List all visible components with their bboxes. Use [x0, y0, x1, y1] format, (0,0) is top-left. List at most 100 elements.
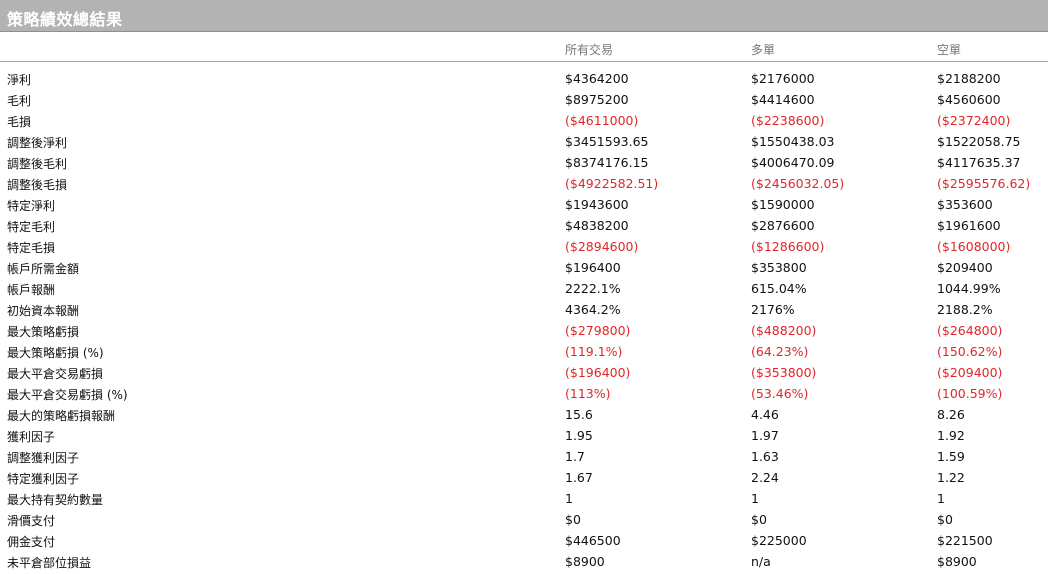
cell-long: ($2456032.05) — [751, 176, 845, 191]
table-row: 特定毛利 $4838200 $2876600 $1961600 — [0, 215, 1048, 236]
table-row: 淨利 $4364200 $2176000 $2188200 — [0, 68, 1048, 89]
results-table: 淨利 $4364200 $2176000 $2188200 毛利 $8975200 $441… — [0, 68, 1048, 572]
cell-short: 1044.99% — [937, 281, 1001, 296]
cell-long: (64.23%) — [751, 344, 809, 359]
cell-all-trades: 1.7 — [565, 449, 585, 464]
row-label: 調整後淨利 — [7, 136, 68, 150]
table-row: 初始資本報酬 4364.2% 2176% 2188.2% — [0, 299, 1048, 320]
cell-short: 1 — [937, 491, 945, 506]
row-label: 調整後毛利 — [7, 157, 68, 171]
cell-all-trades: $8900 — [565, 554, 605, 569]
cell-long: $1550438.03 — [751, 134, 835, 149]
table-row: 毛利 $8975200 $4414600 $4560600 — [0, 89, 1048, 110]
row-label: 最大平倉交易虧損 — [7, 367, 104, 381]
cell-all-trades: ($2894600) — [565, 239, 639, 254]
cell-all-trades: $4838200 — [565, 218, 629, 233]
cell-short: 2188.2% — [937, 302, 993, 317]
cell-long: 2176% — [751, 302, 795, 317]
row-label: 毛利 — [7, 94, 32, 108]
cell-all-trades: 1.67 — [565, 470, 593, 485]
cell-all-trades: ($4611000) — [565, 113, 639, 128]
cell-long: $353800 — [751, 260, 807, 275]
cell-short: $0 — [937, 512, 953, 527]
table-row: 最大策略虧損 ($279800) ($488200) ($264800) — [0, 320, 1048, 341]
row-label: 調整後毛損 — [7, 178, 68, 192]
table-row: 最大的策略虧損報酬 15.6 4.46 8.26 — [0, 404, 1048, 425]
title-bar: 策略績效總結果 — [0, 0, 1048, 32]
cell-all-trades: 1.95 — [565, 428, 593, 443]
row-label: 特定淨利 — [7, 199, 56, 213]
table-row: 獲利因子 1.95 1.97 1.92 — [0, 425, 1048, 446]
cell-short: $353600 — [937, 197, 993, 212]
cell-long: 4.46 — [751, 407, 779, 422]
cell-long: $2876600 — [751, 218, 815, 233]
cell-short: ($209400) — [937, 365, 1003, 380]
cell-short: ($264800) — [937, 323, 1003, 338]
cell-long: ($488200) — [751, 323, 817, 338]
cell-long: 615.04% — [751, 281, 807, 296]
column-header-row: 所有交易 多單 空單 — [0, 33, 1048, 62]
cell-short: ($1608000) — [937, 239, 1011, 254]
cell-short: $209400 — [937, 260, 993, 275]
table-row: 帳戶報酬 2222.1% 615.04% 1044.99% — [0, 278, 1048, 299]
cell-long: $225000 — [751, 533, 807, 548]
table-row: 特定淨利 $1943600 $1590000 $353600 — [0, 194, 1048, 215]
row-label: 初始資本報酬 — [7, 304, 80, 318]
cell-long: $1590000 — [751, 197, 815, 212]
table-row: 帳戶所需金額 $196400 $353800 $209400 — [0, 257, 1048, 278]
row-label: 最大的策略虧損報酬 — [7, 409, 116, 423]
cell-short: ($2372400) — [937, 113, 1011, 128]
cell-long: 1 — [751, 491, 759, 506]
cell-all-trades: $3451593.65 — [565, 134, 649, 149]
row-label: 毛損 — [7, 115, 32, 129]
cell-short: ($2595576.62) — [937, 176, 1031, 191]
cell-short: $1522058.75 — [937, 134, 1021, 149]
cell-long: ($353800) — [751, 365, 817, 380]
cell-all-trades: ($279800) — [565, 323, 631, 338]
cell-all-trades: 15.6 — [565, 407, 593, 422]
table-row: 最大持有契約數量 1 1 1 — [0, 488, 1048, 509]
cell-short: (150.62%) — [937, 344, 1003, 359]
cell-long: (53.46%) — [751, 386, 809, 401]
cell-short: $221500 — [937, 533, 993, 548]
cell-long: 1.63 — [751, 449, 779, 464]
row-label: 淨利 — [7, 73, 32, 87]
row-label: 最大持有契約數量 — [7, 493, 104, 507]
row-label: 獲利因子 — [7, 430, 56, 444]
cell-short: 1.92 — [937, 428, 965, 443]
row-label: 滑價支付 — [7, 514, 56, 528]
row-label: 最大平倉交易虧損 (%) — [7, 388, 128, 402]
cell-all-trades: $0 — [565, 512, 581, 527]
cell-all-trades: $4364200 — [565, 71, 629, 86]
cell-all-trades: (119.1%) — [565, 344, 623, 359]
table-row: 特定獲利因子 1.67 2.24 1.22 — [0, 467, 1048, 488]
cell-long: 1.97 — [751, 428, 779, 443]
row-label: 佣金支付 — [7, 535, 56, 549]
table-row: 未平倉部位損益 $8900 n/a $8900 — [0, 551, 1048, 572]
cell-all-trades: $446500 — [565, 533, 621, 548]
cell-short: $1961600 — [937, 218, 1001, 233]
table-row: 調整後毛利 $8374176.15 $4006470.09 $4117635.37 — [0, 152, 1048, 173]
table-row: 最大平倉交易虧損 (%) (113%) (53.46%) (100.59%) — [0, 383, 1048, 404]
table-row: 滑價支付 $0 $0 $0 — [0, 509, 1048, 530]
cell-short: $4117635.37 — [937, 155, 1021, 170]
row-label: 特定毛損 — [7, 241, 56, 255]
table-row: 佣金支付 $446500 $225000 $221500 — [0, 530, 1048, 551]
cell-all-trades: $196400 — [565, 260, 621, 275]
page-title: 策略績效總結果 — [7, 10, 123, 29]
cell-all-trades: 1 — [565, 491, 573, 506]
cell-long: $2176000 — [751, 71, 815, 86]
cell-all-trades: ($4922582.51) — [565, 176, 659, 191]
cell-all-trades: 4364.2% — [565, 302, 621, 317]
header-all-trades: 所有交易 — [565, 43, 614, 57]
cell-short: $2188200 — [937, 71, 1001, 86]
cell-long: $0 — [751, 512, 767, 527]
header-short: 空單 — [937, 43, 962, 57]
cell-all-trades: $8975200 — [565, 92, 629, 107]
row-label: 調整獲利因子 — [7, 451, 80, 465]
table-row: 調整後毛損 ($4922582.51) ($2456032.05) ($2595576… — [0, 173, 1048, 194]
cell-long: ($2238600) — [751, 113, 825, 128]
table-row: 特定毛損 ($2894600) ($1286600) ($1608000) — [0, 236, 1048, 257]
cell-long: $4006470.09 — [751, 155, 835, 170]
cell-all-trades: ($196400) — [565, 365, 631, 380]
